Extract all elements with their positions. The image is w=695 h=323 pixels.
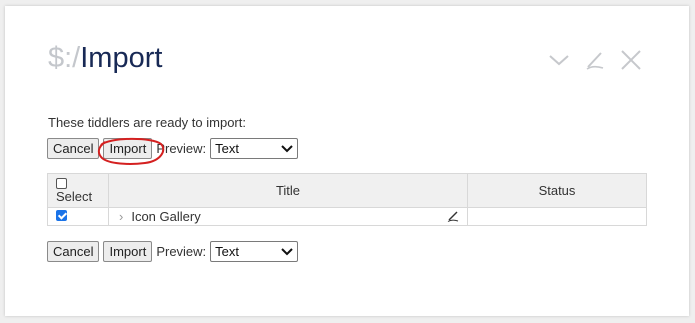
edit-icon — [586, 52, 604, 70]
row-status-cell — [467, 207, 647, 226]
row-checkbox[interactable] — [56, 210, 67, 221]
preview-select-value: Text — [215, 141, 240, 156]
annotation-circle — [97, 137, 165, 165]
cancel-button-top[interactable]: Cancel — [47, 138, 100, 159]
edit-button[interactable] — [583, 48, 607, 72]
import-button-bottom[interactable]: Import — [103, 241, 153, 262]
tiddler-title: $:/Import — [48, 42, 162, 75]
chevron-down-icon — [281, 248, 293, 256]
more-button[interactable] — [547, 48, 571, 72]
row-title-cell: › Icon Gallery — [108, 207, 468, 226]
select-all-checkbox[interactable] — [56, 177, 67, 189]
toolbar-bottom: Cancel Import Preview: Text — [47, 241, 299, 262]
chevron-right-icon[interactable]: › — [119, 209, 123, 224]
title-name: Import — [80, 42, 163, 74]
select-column-header: Select — [47, 173, 109, 208]
close-button[interactable] — [619, 48, 643, 72]
title-prefix: $:/ — [48, 42, 81, 74]
preview-label-bottom: Preview: — [156, 244, 207, 259]
chevron-down-icon — [281, 145, 293, 153]
select-header-label: Select — [56, 188, 93, 204]
toolbar-top: Cancel Import Preview: Text — [47, 138, 299, 159]
tiddler-controls — [547, 48, 643, 72]
edit-icon[interactable] — [447, 210, 459, 222]
status-column-header: Status — [467, 173, 647, 208]
preview-select-top[interactable]: Text — [210, 138, 299, 159]
row-select-cell — [47, 207, 109, 226]
title-column-header: Title — [108, 173, 468, 208]
intro-text: These tiddlers are ready to import: — [48, 115, 246, 130]
preview-select-bottom[interactable]: Text — [210, 241, 299, 262]
import-tiddler: $:/Import These tiddlers are ready to im… — [5, 6, 689, 316]
import-table: Select Title Status › Icon Gallery — [47, 173, 647, 226]
preview-select-value: Text — [215, 244, 240, 259]
table-header-row: Select Title Status — [47, 173, 647, 208]
chevron-down-icon — [549, 55, 569, 66]
cancel-button-bottom[interactable]: Cancel — [47, 241, 100, 262]
table-row: › Icon Gallery — [47, 207, 647, 226]
row-title: Icon Gallery — [131, 209, 201, 224]
close-icon — [621, 50, 641, 70]
